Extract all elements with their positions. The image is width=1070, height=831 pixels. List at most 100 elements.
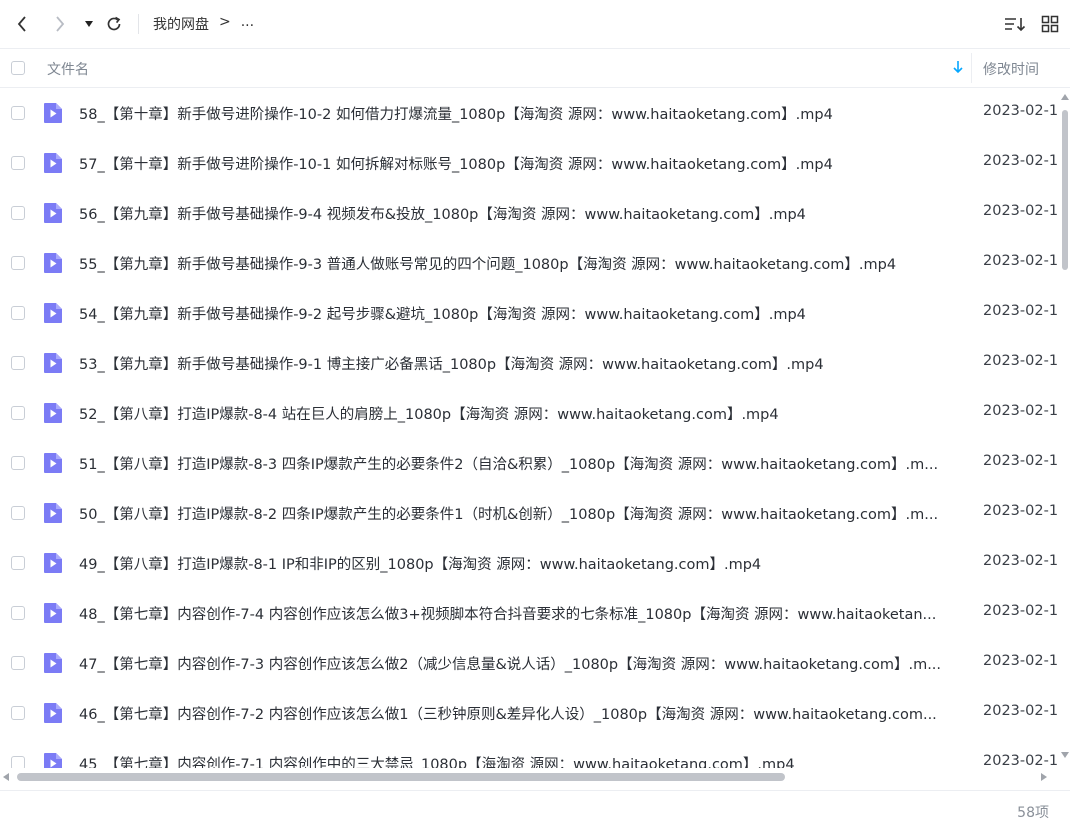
row-checkbox[interactable] bbox=[11, 656, 25, 670]
scroll-up-icon[interactable] bbox=[1061, 94, 1069, 100]
file-row[interactable]: 55_【第九章】新手做号基础操作-9-3 普通人做账号常见的四个问题_1080p… bbox=[0, 238, 1060, 288]
toolbar-divider bbox=[138, 14, 139, 34]
file-name: 51_【第八章】打造IP爆款-8-3 四条IP爆款产生的必要条件2（自洽&积累）… bbox=[79, 457, 939, 473]
breadcrumb-separator: > bbox=[219, 14, 231, 30]
row-checkbox[interactable] bbox=[11, 106, 25, 120]
column-divider[interactable] bbox=[971, 53, 972, 83]
horizontal-scrollbar[interactable] bbox=[0, 768, 1060, 788]
file-row[interactable]: 48_【第七章】内容创作-7-4 内容创作应该怎么做3+视频脚本符合抖音要求的七… bbox=[0, 588, 1060, 638]
file-modified-time: 2023-02-1 bbox=[983, 303, 1059, 319]
sort-desc-icon bbox=[1005, 18, 1026, 32]
video-file-icon bbox=[44, 403, 62, 423]
scroll-left-icon[interactable] bbox=[3, 773, 9, 781]
forward-button[interactable] bbox=[50, 12, 70, 36]
file-list: 58_【第十章】新手做号进阶操作-10-2 如何借力打爆流量_1080p【海淘资… bbox=[0, 88, 1060, 768]
file-row[interactable]: 45_【第七章】内容创作-7-1 内容创作中的三大禁忌_1080p【海淘资 源网… bbox=[0, 738, 1060, 768]
video-file-icon bbox=[44, 153, 62, 173]
row-checkbox[interactable] bbox=[11, 306, 25, 320]
grid-view-button[interactable] bbox=[1039, 12, 1061, 36]
row-checkbox[interactable] bbox=[11, 706, 25, 720]
row-checkbox[interactable] bbox=[11, 756, 25, 768]
chevron-right-icon bbox=[56, 16, 65, 32]
refresh-button[interactable] bbox=[103, 12, 125, 36]
file-name: 53_【第九章】新手做号基础操作-9-1 博主接广必备黑话_1080p【海淘资 … bbox=[79, 357, 824, 373]
video-file-icon bbox=[44, 503, 62, 523]
file-modified-time: 2023-02-1 bbox=[983, 153, 1059, 169]
file-row[interactable]: 46_【第七章】内容创作-7-2 内容创作应该怎么做1（三秒钟原则&差异化人设）… bbox=[0, 688, 1060, 738]
sort-button[interactable] bbox=[1003, 12, 1027, 36]
history-dropdown-button[interactable] bbox=[82, 12, 96, 36]
status-bar: 58项 bbox=[0, 790, 1070, 831]
breadcrumb-item-root[interactable]: 我的网盘 bbox=[153, 14, 209, 34]
file-modified-time: 2023-02-1 bbox=[983, 653, 1059, 669]
file-row[interactable]: 50_【第八章】打造IP爆款-8-2 四条IP爆款产生的必要条件1（时机&创新）… bbox=[0, 488, 1060, 538]
row-checkbox[interactable] bbox=[11, 356, 25, 370]
file-name: 54_【第九章】新手做号基础操作-9-2 起号步骤&避坑_1080p【海淘资 源… bbox=[79, 307, 806, 323]
row-checkbox[interactable] bbox=[11, 456, 25, 470]
back-button[interactable] bbox=[12, 12, 32, 36]
video-file-icon bbox=[44, 753, 62, 768]
video-file-icon bbox=[44, 703, 62, 723]
file-name: 48_【第七章】内容创作-7-4 内容创作应该怎么做3+视频脚本符合抖音要求的七… bbox=[79, 607, 937, 623]
table-header: 文件名 修改时间 bbox=[0, 49, 1070, 88]
video-file-icon bbox=[44, 253, 62, 273]
file-modified-time: 2023-02-1 bbox=[983, 353, 1059, 369]
item-count: 58项 bbox=[1017, 805, 1049, 821]
file-modified-time: 2023-02-1 bbox=[983, 203, 1059, 219]
file-name: 58_【第十章】新手做号进阶操作-10-2 如何借力打爆流量_1080p【海淘资… bbox=[79, 107, 833, 123]
file-modified-time: 2023-02-1 bbox=[983, 103, 1059, 119]
file-name: 46_【第七章】内容创作-7-2 内容创作应该怎么做1（三秒钟原则&差异化人设）… bbox=[79, 707, 937, 723]
video-file-icon bbox=[44, 203, 62, 223]
row-checkbox[interactable] bbox=[11, 506, 25, 520]
file-row[interactable]: 49_【第八章】打造IP爆款-8-1 IP和非IP的区别_1080p【海淘资 源… bbox=[0, 538, 1060, 588]
file-row[interactable]: 51_【第八章】打造IP爆款-8-3 四条IP爆款产生的必要条件2（自洽&积累）… bbox=[0, 438, 1060, 488]
video-file-icon bbox=[44, 103, 62, 123]
file-modified-time: 2023-02-1 bbox=[983, 703, 1059, 719]
file-row[interactable]: 56_【第九章】新手做号基础操作-9-4 视频发布&投放_1080p【海淘资 源… bbox=[0, 188, 1060, 238]
caret-down-icon bbox=[85, 21, 93, 27]
file-modified-time: 2023-02-1 bbox=[983, 503, 1059, 519]
select-all-checkbox[interactable] bbox=[11, 61, 25, 75]
sort-indicator-arrow-down-icon[interactable] bbox=[952, 60, 964, 78]
file-name: 50_【第八章】打造IP爆款-8-2 四条IP爆款产生的必要条件1（时机&创新）… bbox=[79, 507, 939, 523]
column-header-time[interactable]: 修改时间 bbox=[983, 59, 1039, 79]
file-row[interactable]: 58_【第十章】新手做号进阶操作-10-2 如何借力打爆流量_1080p【海淘资… bbox=[0, 88, 1060, 138]
breadcrumb: 我的网盘 > ... bbox=[153, 14, 254, 34]
video-file-icon bbox=[44, 453, 62, 473]
toolbar: 我的网盘 > ... bbox=[0, 0, 1070, 49]
video-file-icon bbox=[44, 653, 62, 673]
file-modified-time: 2023-02-1 bbox=[983, 753, 1059, 768]
file-modified-time: 2023-02-1 bbox=[983, 403, 1059, 419]
video-file-icon bbox=[44, 603, 62, 623]
scroll-right-icon[interactable] bbox=[1041, 773, 1047, 781]
vertical-scrollbar-thumb[interactable] bbox=[1062, 110, 1068, 270]
file-modified-time: 2023-02-1 bbox=[983, 553, 1059, 569]
column-header-name[interactable]: 文件名 bbox=[47, 59, 89, 79]
file-name: 52_【第八章】打造IP爆款-8-4 站在巨人的肩膀上_1080p【海淘资 源网… bbox=[79, 407, 779, 423]
file-row[interactable]: 53_【第九章】新手做号基础操作-9-1 博主接广必备黑话_1080p【海淘资 … bbox=[0, 338, 1060, 388]
file-row[interactable]: 47_【第七章】内容创作-7-3 内容创作应该怎么做2（减少信息量&说人话）_1… bbox=[0, 638, 1060, 688]
file-name: 55_【第九章】新手做号基础操作-9-3 普通人做账号常见的四个问题_1080p… bbox=[79, 257, 897, 273]
video-file-icon bbox=[44, 553, 62, 573]
scroll-down-icon[interactable] bbox=[1061, 752, 1069, 758]
file-row[interactable]: 54_【第九章】新手做号基础操作-9-2 起号步骤&避坑_1080p【海淘资 源… bbox=[0, 288, 1060, 338]
row-checkbox[interactable] bbox=[11, 156, 25, 170]
row-checkbox[interactable] bbox=[11, 606, 25, 620]
file-row[interactable]: 57_【第十章】新手做号进阶操作-10-1 如何拆解对标账号_1080p【海淘资… bbox=[0, 138, 1060, 188]
vertical-scrollbar[interactable] bbox=[1059, 88, 1070, 768]
file-name: 47_【第七章】内容创作-7-3 内容创作应该怎么做2（减少信息量&说人话）_1… bbox=[79, 657, 942, 673]
file-modified-time: 2023-02-1 bbox=[983, 253, 1059, 269]
file-name: 57_【第十章】新手做号进阶操作-10-1 如何拆解对标账号_1080p【海淘资… bbox=[79, 157, 833, 173]
refresh-icon bbox=[107, 16, 121, 31]
breadcrumb-item-collapsed[interactable]: ... bbox=[241, 14, 254, 34]
file-name: 56_【第九章】新手做号基础操作-9-4 视频发布&投放_1080p【海淘资 源… bbox=[79, 207, 806, 223]
file-modified-time: 2023-02-1 bbox=[983, 603, 1059, 619]
file-name: 49_【第八章】打造IP爆款-8-1 IP和非IP的区别_1080p【海淘资 源… bbox=[79, 557, 762, 573]
row-checkbox[interactable] bbox=[11, 556, 25, 570]
file-row[interactable]: 52_【第八章】打造IP爆款-8-4 站在巨人的肩膀上_1080p【海淘资 源网… bbox=[0, 388, 1060, 438]
row-checkbox[interactable] bbox=[11, 406, 25, 420]
row-checkbox[interactable] bbox=[11, 256, 25, 270]
horizontal-scrollbar-thumb[interactable] bbox=[17, 773, 785, 781]
row-checkbox[interactable] bbox=[11, 206, 25, 220]
grid-view-icon bbox=[1041, 15, 1059, 33]
